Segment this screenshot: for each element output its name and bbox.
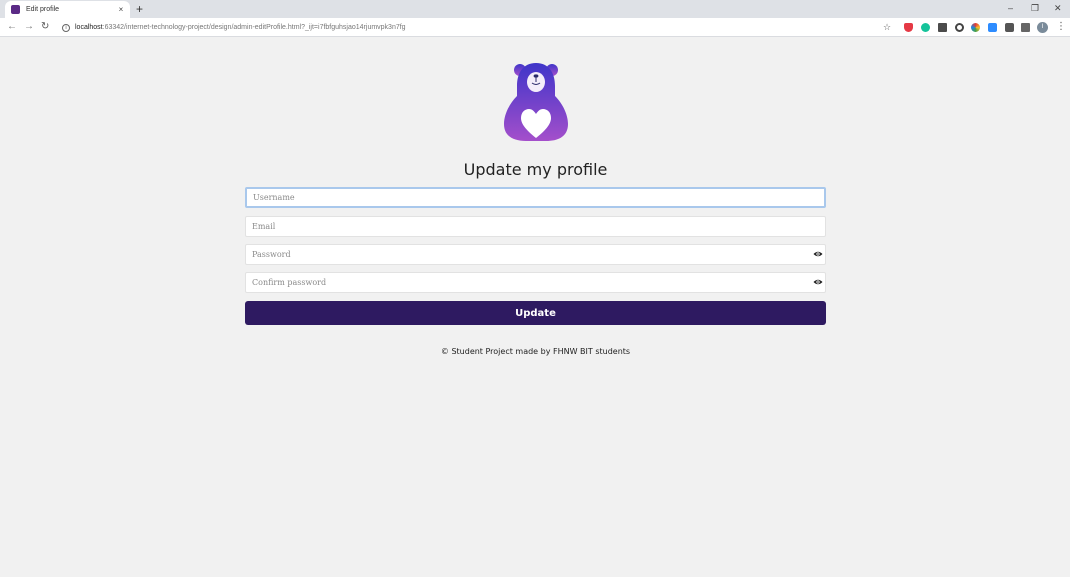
show-password-eye-icon[interactable] [813,249,823,259]
tab-bar: Edit profile × + – ❐ ✕ [0,0,1070,18]
username-field-wrapper [245,187,826,208]
close-window-icon[interactable]: ✕ [1054,3,1062,13]
confirm-password-field-wrapper [245,272,826,293]
page-title: Update my profile [463,160,608,179]
puzzle-icon[interactable] [1005,23,1014,32]
confirm-password-input[interactable] [246,273,825,292]
email-input[interactable] [246,217,825,236]
update-button[interactable]: Update [245,301,826,325]
back-icon[interactable]: ← [7,20,17,34]
url-text: localhost:63342/internet-technology-proj… [75,24,406,31]
footer-text: © Student Project made by FHNW BIT stude… [440,347,631,356]
restore-icon[interactable]: ❐ [1031,3,1039,13]
tab-title: Edit profile [26,6,60,13]
username-input[interactable] [247,189,824,206]
color-picker-icon[interactable] [971,23,980,32]
circle-icon[interactable] [955,23,964,32]
browser-tab[interactable]: Edit profile × [5,1,130,18]
reading-list-icon[interactable] [1021,23,1030,32]
show-confirm-password-eye-icon[interactable] [813,277,823,287]
menu-icon[interactable]: ⋮ [1056,21,1066,33]
ruler-icon[interactable] [938,23,947,32]
brave-shield-icon[interactable] [904,23,913,32]
password-field-wrapper [245,244,826,265]
tab-close-icon[interactable]: × [115,5,127,14]
minimize-icon[interactable]: – [1008,3,1013,13]
password-input[interactable] [246,245,825,264]
favicon-icon [11,5,20,14]
forward-icon[interactable]: → [24,20,34,34]
bear-logo-icon [504,63,568,141]
address-bar[interactable]: i localhost:63342/internet-technology-pr… [57,20,899,35]
email-field-wrapper [245,216,826,237]
reload-icon[interactable]: ↻ [41,20,49,34]
avatar[interactable]: I [1037,22,1048,33]
info-icon[interactable]: i [62,23,70,32]
screencast-icon[interactable] [988,23,997,32]
grammarly-icon[interactable] [921,23,930,32]
browser-toolbar: ← → ↻ i localhost:63342/internet-technol… [0,18,1070,37]
new-tab-icon[interactable]: + [136,3,143,15]
bookmark-star-icon[interactable]: ☆ [883,22,891,32]
